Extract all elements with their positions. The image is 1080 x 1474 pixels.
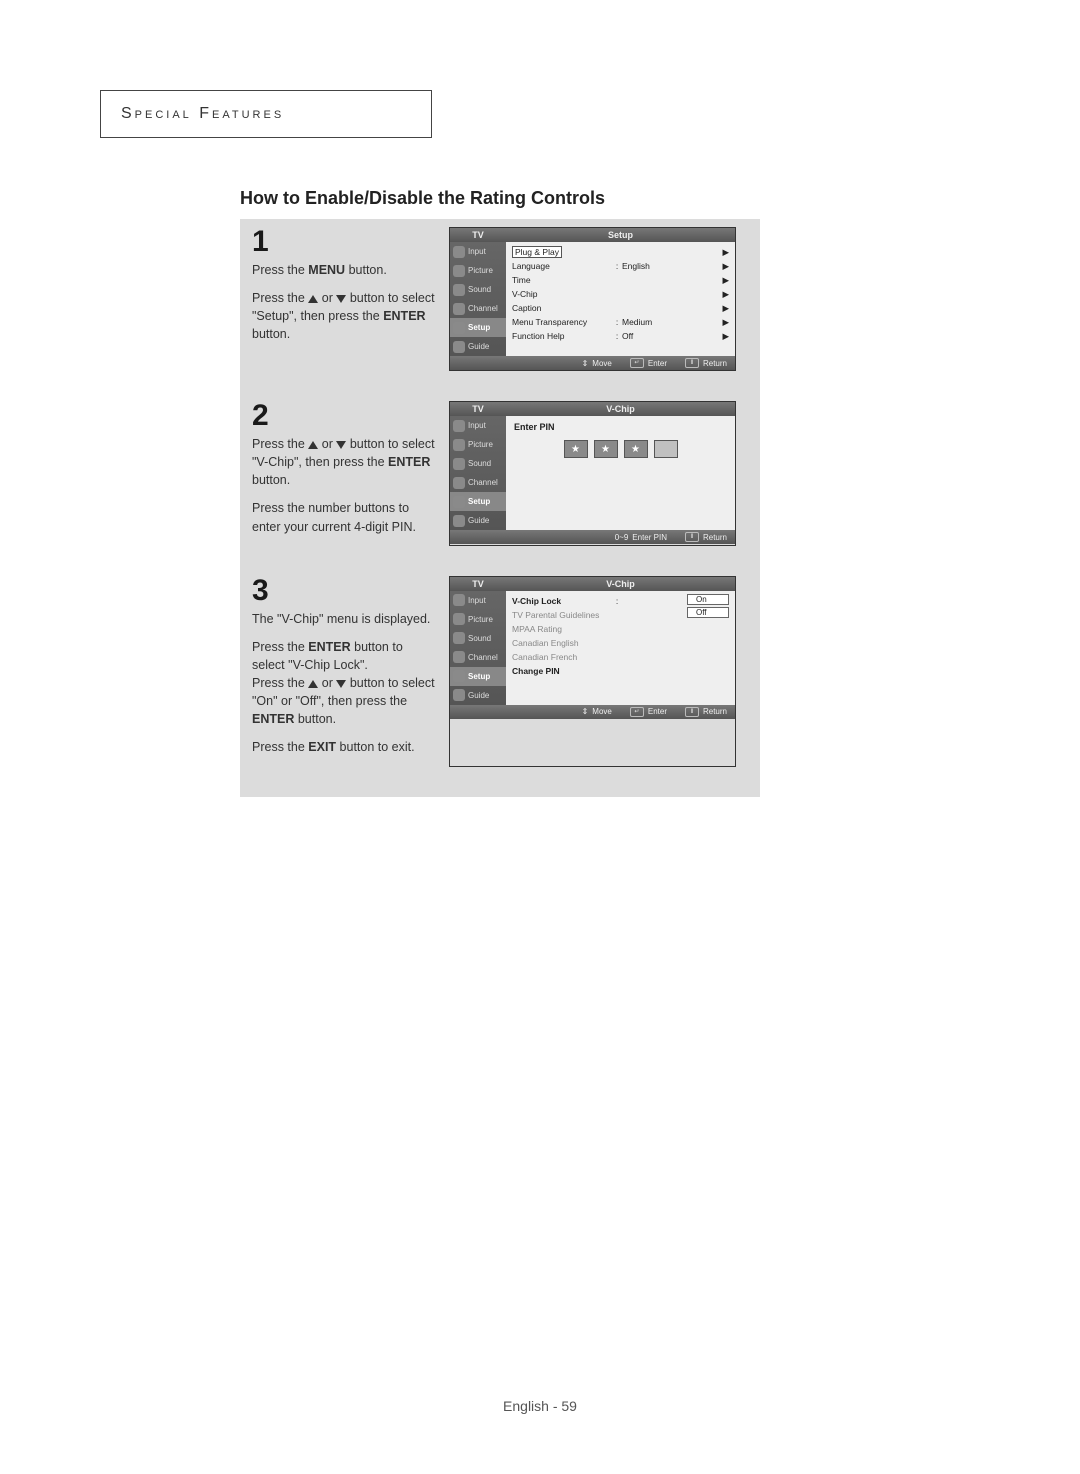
pin-digit: ★ [594, 440, 618, 458]
picture-icon [453, 439, 465, 451]
manual-page: Special Features How to Enable/Disable t… [0, 0, 1080, 1474]
pin-digit [654, 440, 678, 458]
move-arrows-icon: ⇕ [582, 359, 589, 368]
osd-pin-menu: TV V-Chip Input Picture Sound Channel Se… [449, 401, 736, 546]
input-icon [453, 246, 465, 258]
up-arrow-icon [308, 680, 318, 688]
osd-vchip-menu: TV V-Chip Input Picture Sound Channel Se… [449, 576, 736, 767]
step-number: 3 [252, 576, 437, 606]
pin-digit: ★ [624, 440, 648, 458]
enter-pin-label: Enter PIN [514, 422, 727, 432]
osd-header: TV Setup [450, 228, 735, 242]
option-off: Off [687, 607, 729, 618]
step-2-text: Press the or button to select "V-Chip", … [252, 435, 437, 536]
return-key-icon: Ⅱ [685, 707, 699, 717]
down-arrow-icon [336, 441, 346, 449]
down-arrow-icon [336, 295, 346, 303]
step-2: 2 Press the or button to select "V-Chip"… [252, 401, 748, 546]
return-key-icon: Ⅱ [685, 358, 699, 368]
osd-main-panel: Plug & Play▶ Language:English▶ Time▶ V-C… [506, 242, 735, 356]
setup-icon [453, 496, 465, 508]
step-2-text-col: 2 Press the or button to select "V-Chip"… [252, 401, 437, 546]
down-arrow-icon [336, 680, 346, 688]
step-number: 2 [252, 401, 437, 431]
sound-icon [453, 632, 465, 644]
return-key-icon: Ⅱ [685, 532, 699, 542]
option-on: On [687, 594, 729, 605]
setup-icon [453, 670, 465, 682]
step-3-text-col: 3 The "V-Chip" menu is displayed. Press … [252, 576, 437, 767]
vchip-lock-options: On Off [687, 594, 729, 618]
chapter-heading: Special Features [121, 105, 284, 122]
step-1-text: Press the MENU button. Press the or butt… [252, 261, 437, 344]
page-footer: English - 59 [0, 1398, 1080, 1414]
pin-input-row: ★ ★ ★ [514, 440, 727, 458]
osd-setup-menu: TV Setup Input Picture Sound Channel Set… [449, 227, 736, 371]
sound-icon [453, 284, 465, 296]
step-number: 1 [252, 227, 437, 257]
input-icon [453, 420, 465, 432]
pin-digit: ★ [564, 440, 588, 458]
enter-key-icon: ↵ [630, 707, 644, 717]
input-icon [453, 594, 465, 606]
step-1: 1 Press the MENU button. Press the or bu… [252, 227, 748, 371]
content-area: 1 Press the MENU button. Press the or bu… [240, 219, 760, 797]
channel-icon [453, 477, 465, 489]
step-3: 3 The "V-Chip" menu is displayed. Press … [252, 576, 748, 767]
step-1-text-col: 1 Press the MENU button. Press the or bu… [252, 227, 437, 371]
up-arrow-icon [308, 441, 318, 449]
chapter-heading-box: Special Features [100, 90, 432, 138]
sound-icon [453, 458, 465, 470]
picture-icon [453, 613, 465, 625]
step-3-text: The "V-Chip" menu is displayed. Press th… [252, 610, 437, 757]
guide-icon [453, 341, 465, 353]
osd-footer: ⇕Move ↵Enter ⅡReturn [450, 356, 735, 370]
guide-icon [453, 689, 465, 701]
channel-icon [453, 651, 465, 663]
guide-icon [453, 515, 465, 527]
picture-icon [453, 265, 465, 277]
up-arrow-icon [308, 295, 318, 303]
channel-icon [453, 303, 465, 315]
enter-key-icon: ↵ [630, 358, 644, 368]
move-arrows-icon: ⇕ [582, 707, 589, 716]
setup-icon [453, 322, 465, 334]
section-title: How to Enable/Disable the Rating Control… [240, 188, 950, 209]
osd-sidebar: Input Picture Sound Channel Setup Guide [450, 242, 506, 356]
